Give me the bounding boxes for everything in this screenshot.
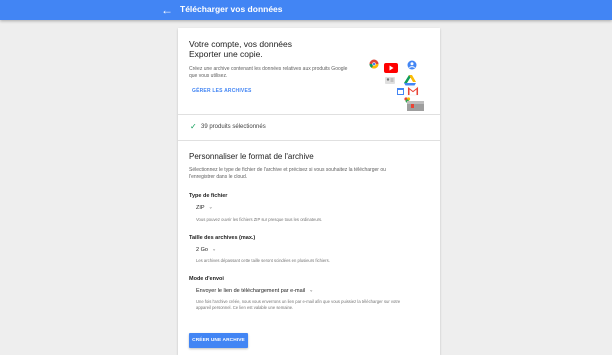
intro-description: Créez une archive contenant les données … — [189, 66, 348, 79]
divider — [178, 140, 440, 141]
gmail-icon — [407, 86, 419, 96]
chevron-down-icon: ⌄ — [208, 204, 213, 211]
file-type-dropdown[interactable]: ZIP ⌄ — [196, 204, 213, 212]
selected-products-row[interactable]: ✓ 39 produits sélectionnés — [178, 115, 440, 140]
account-icon — [407, 60, 417, 70]
intro-subheading: Exporter une copie. — [189, 49, 263, 59]
delivery-method-value: Envoyer le lien de téléchargement par e-… — [196, 288, 306, 294]
archive-size-hint: Les archives dépassant cette taille sero… — [196, 258, 330, 263]
archive-box-icon — [407, 101, 424, 111]
delivery-method-label: Mode d'envoi — [189, 276, 224, 282]
file-type-label: Type de fichier — [189, 193, 228, 199]
create-archive-button[interactable]: CRÉER UNE ARCHIVE — [189, 333, 248, 348]
page-title: Télécharger vos données — [180, 4, 283, 14]
calendar-icon — [397, 88, 404, 95]
delivery-method-dropdown[interactable]: Envoyer le lien de téléchargement par e-… — [196, 287, 314, 295]
intro-section: Votre compte, vos données Exporter une c… — [178, 28, 440, 114]
customize-title: Personnaliser le format de l'archive — [189, 152, 314, 161]
youtube-icon — [384, 63, 398, 73]
arrow-back-icon[interactable]: ← — [160, 3, 174, 17]
contacts-icon — [385, 77, 395, 84]
chevron-down-icon: ⌄ — [309, 287, 314, 294]
drive-icon — [404, 75, 416, 86]
app-bar: ← Télécharger vos données — [0, 0, 612, 20]
file-type-value: ZIP — [196, 205, 205, 211]
delivery-method-hint: Une fois l'archive créée, nous vous enve… — [196, 299, 401, 310]
chevron-down-icon: ⌄ — [211, 246, 217, 253]
archive-size-value: 2 Go — [196, 247, 208, 253]
archive-size-label: Taille des archives (max.) — [189, 235, 256, 241]
file-type-hint: Vous pouvez ouvrir les fichiers ZIP sur … — [196, 217, 323, 222]
google-products-illustration — [369, 59, 424, 111]
check-icon: ✓ — [190, 122, 197, 131]
chrome-icon — [369, 59, 379, 69]
export-card: Votre compte, vos données Exporter une c… — [178, 28, 440, 355]
customize-description: Sélectionnez le type de fichier de l'arc… — [189, 167, 386, 180]
selected-products-text: 39 produits sélectionnés — [201, 124, 266, 130]
manage-archives-link[interactable]: GÉRER LES ARCHIVES — [192, 88, 252, 94]
intro-heading: Votre compte, vos données — [189, 39, 293, 49]
archive-size-dropdown[interactable]: 2 Go ⌄ — [196, 246, 217, 254]
